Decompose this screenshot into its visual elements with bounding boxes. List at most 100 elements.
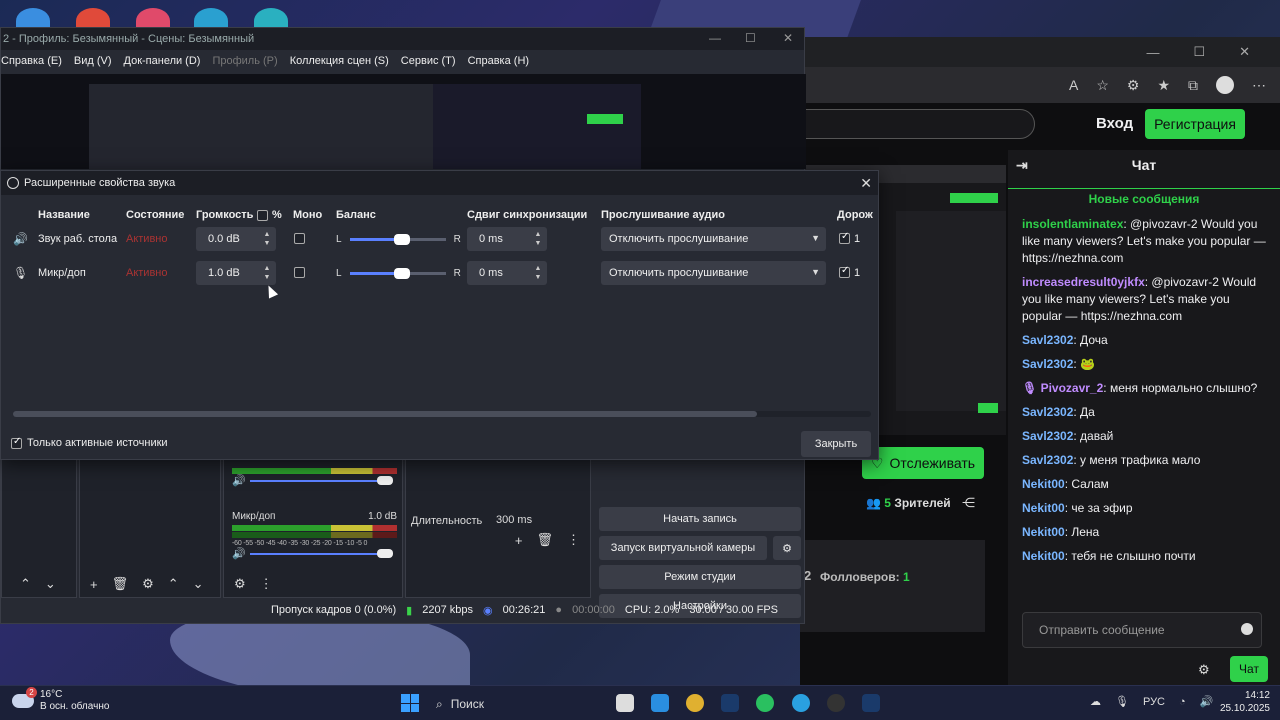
- edge-icon[interactable]: [651, 694, 669, 712]
- chat-username[interactable]: increasedresult0yjkfx: [1022, 275, 1145, 289]
- maximize-icon[interactable]: ☐: [1193, 44, 1205, 60]
- monitoring-select[interactable]: Отключить прослушивание ▼: [601, 227, 826, 251]
- chat-send-button[interactable]: Чат: [1230, 656, 1268, 682]
- microphone-icon[interactable]: 🎙: [1115, 695, 1129, 708]
- horizontal-scrollbar[interactable]: [13, 411, 871, 417]
- chat-username[interactable]: 🎙 Pivozavr_2: [1022, 381, 1103, 395]
- minimize-icon[interactable]: —: [709, 31, 721, 45]
- volume-slider[interactable]: 🔊: [232, 547, 397, 560]
- balance-knob[interactable]: [393, 233, 410, 245]
- steam-icon[interactable]: [721, 694, 739, 712]
- sync-offset-spinbox[interactable]: 0 ms ▲ ▼: [467, 261, 547, 285]
- close-button[interactable]: Закрыть: [801, 431, 871, 457]
- file-explorer-icon[interactable]: [616, 694, 634, 712]
- chat-username[interactable]: Nekit00: [1022, 525, 1065, 539]
- volume-icon[interactable]: 🔊: [1200, 695, 1214, 708]
- studio-mode-button[interactable]: Режим студии: [599, 565, 801, 589]
- chat-username[interactable]: Savl2302: [1022, 357, 1073, 371]
- chat-username[interactable]: Nekit00: [1022, 501, 1065, 515]
- sync-offset-spinbox[interactable]: 0 ms ▲ ▼: [467, 227, 547, 251]
- profile-avatar[interactable]: [1216, 76, 1234, 94]
- chat-username[interactable]: Savl2302: [1022, 333, 1073, 347]
- collapse-chat-icon[interactable]: ⇥: [1016, 157, 1028, 174]
- mono-checkbox[interactable]: [294, 267, 305, 278]
- trash-icon[interactable]: 🗑: [112, 576, 129, 592]
- close-icon[interactable]: ✕: [783, 31, 793, 45]
- favorite-icon[interactable]: ☆: [1096, 77, 1109, 94]
- move-up-icon[interactable]: ⌃: [168, 576, 179, 592]
- chat-username[interactable]: Savl2302: [1022, 405, 1073, 419]
- menu-item[interactable]: Справка (E): [1, 55, 62, 67]
- move-up-icon[interactable]: ⌃: [20, 576, 31, 592]
- login-button[interactable]: Вход: [1096, 115, 1133, 132]
- search-input[interactable]: [790, 109, 1035, 139]
- only-active-sources[interactable]: Только активные источники: [11, 436, 168, 449]
- cloud-sync-icon[interactable]: ☁: [1090, 695, 1101, 708]
- add-icon[interactable]: +: [515, 533, 523, 548]
- minimize-icon[interactable]: —: [1146, 45, 1159, 60]
- balance-slider[interactable]: LR: [336, 232, 461, 246]
- speaker-icon[interactable]: 🔊: [232, 474, 246, 487]
- chat-username[interactable]: insolentlaminatex: [1022, 217, 1123, 231]
- read-aloud-icon[interactable]: A: [1069, 77, 1078, 93]
- share-icon[interactable]: ⋲: [962, 495, 975, 511]
- gear-icon[interactable]: ⚙: [142, 576, 154, 592]
- monitoring-select[interactable]: Отключить прослушивание ▼: [601, 261, 826, 285]
- menu-dots-icon[interactable]: ⋮: [260, 576, 273, 592]
- balance-knob[interactable]: [393, 267, 410, 279]
- volume-spinbox[interactable]: 1.0 dB ▲ ▼: [196, 261, 276, 285]
- clock[interactable]: 14:12 25.10.2025: [1218, 689, 1270, 715]
- virtual-camera-settings-icon[interactable]: ⚙: [773, 536, 801, 560]
- close-icon[interactable]: ✕: [1239, 44, 1250, 60]
- chat-input[interactable]: Отправить сообщение: [1022, 612, 1262, 648]
- register-button[interactable]: Регистрация: [1145, 109, 1245, 139]
- move-down-icon[interactable]: ⌄: [193, 576, 204, 592]
- emoji-icon[interactable]: [1241, 623, 1253, 635]
- spin-arrows-icon[interactable]: ▲ ▼: [260, 261, 274, 285]
- menu-item[interactable]: Справка (H): [468, 55, 529, 67]
- track-checkbox[interactable]: [839, 231, 850, 244]
- menu-dots-icon[interactable]: ⋮: [567, 532, 580, 548]
- maximize-icon[interactable]: ☐: [745, 31, 756, 45]
- close-icon[interactable]: ✕: [860, 175, 872, 192]
- chat-settings-icon[interactable]: ⚙: [1198, 662, 1210, 678]
- only-active-checkbox[interactable]: [11, 436, 22, 449]
- chat-username[interactable]: Savl2302: [1022, 453, 1073, 467]
- collections-icon[interactable]: ⧉: [1188, 77, 1198, 94]
- taskbar-search[interactable]: ⌕ Поиск: [436, 693, 606, 715]
- chat-username[interactable]: Nekit00: [1022, 549, 1065, 563]
- obs-preview[interactable]: [1, 74, 806, 169]
- balance-slider[interactable]: LR: [336, 266, 461, 280]
- advanced-audio-icon[interactable]: ⚙: [234, 576, 246, 592]
- menu-item[interactable]: Док-панели (D): [124, 55, 201, 67]
- menu-item[interactable]: Вид (V): [74, 55, 112, 67]
- trash-icon[interactable]: 🗑: [536, 532, 553, 548]
- follow-button[interactable]: ♡ Отслеживать: [862, 447, 984, 479]
- wifi-icon[interactable]: ◔: [1179, 696, 1186, 708]
- start-icon[interactable]: [401, 694, 419, 712]
- add-icon[interactable]: +: [90, 577, 98, 592]
- chrome-icon[interactable]: [686, 694, 704, 712]
- weather-widget[interactable]: 2 16°C В осн. облачно: [12, 687, 109, 713]
- track-checkbox[interactable]: [839, 265, 850, 278]
- spin-arrows-icon[interactable]: ▲ ▼: [260, 227, 274, 251]
- telegram-icon[interactable]: [792, 694, 810, 712]
- mono-checkbox[interactable]: [294, 233, 305, 244]
- whatsapp-icon[interactable]: [756, 694, 774, 712]
- menu-item[interactable]: Профиль (P): [212, 55, 277, 67]
- steam-icon[interactable]: [862, 694, 880, 712]
- spin-arrows-icon[interactable]: ▲ ▼: [531, 261, 545, 285]
- volume-spinbox[interactable]: 0.0 dB ▲ ▼: [196, 227, 276, 251]
- obs-icon[interactable]: [827, 694, 845, 712]
- volume-percent-checkbox[interactable]: [257, 210, 268, 221]
- favorites-bar-icon[interactable]: ★: [1157, 77, 1170, 94]
- chat-username[interactable]: Savl2302: [1022, 429, 1073, 443]
- extensions-icon[interactable]: ⚙: [1127, 77, 1140, 94]
- menu-item[interactable]: Сервис (T): [401, 55, 456, 67]
- chat-username[interactable]: Nekit00: [1022, 477, 1065, 491]
- scrollbar-thumb[interactable]: [13, 411, 757, 417]
- speaker-icon[interactable]: 🔊: [232, 547, 246, 560]
- more-icon[interactable]: ⋯: [1252, 77, 1266, 94]
- spin-arrows-icon[interactable]: ▲ ▼: [531, 227, 545, 251]
- start-recording-button[interactable]: Начать запись: [599, 507, 801, 531]
